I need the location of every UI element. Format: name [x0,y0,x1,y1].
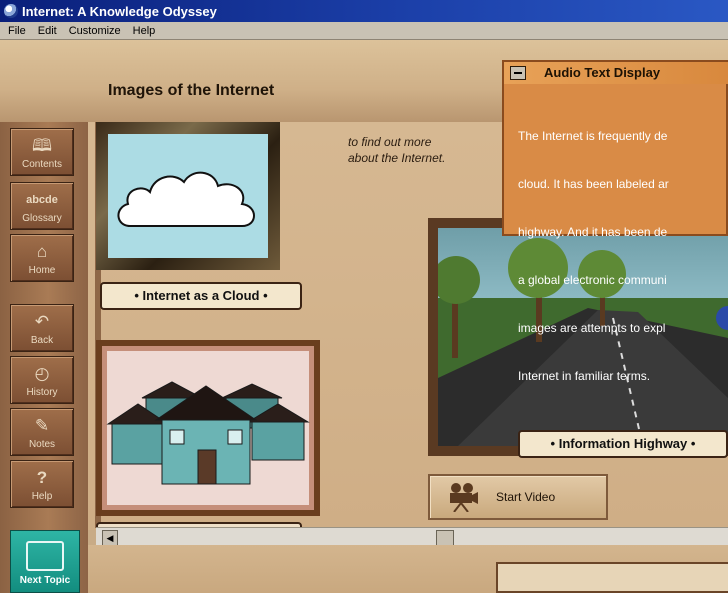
contents-button[interactable]: 🕮 Contents [10,128,74,176]
transcript-line: Internet in familiar terms. [518,369,651,383]
start-video-label: Start Video [496,490,556,504]
glossary-button[interactable]: abcde Glossary [10,182,74,230]
transcript-line: highway. And it has been de [518,225,668,239]
highway-caption[interactable]: • Information Highway • [518,430,728,458]
menu-bar: File Edit Customize Help [0,22,728,40]
title-bar: Internet: A Knowledge Odyssey [0,0,728,22]
bottom-status-box [496,562,728,593]
history-label: History [26,387,58,398]
audio-panel-title: Audio Text Display [544,65,661,80]
back-button[interactable]: ↶ Back [10,304,74,352]
app-icon[interactable] [4,4,18,18]
home-label: Home [28,265,56,276]
abc-glossary-icon: abcde [26,194,58,206]
window-title: Internet: A Knowledge Odyssey [22,3,217,19]
find-out-text: to find out more about the Internet. [348,134,498,166]
contents-label: Contents [21,159,63,170]
cloud-image [108,134,268,258]
scroll-left-arrow-icon[interactable]: ◀ [102,530,118,546]
audio-text-display: Audio Text Display The Internet is frequ… [502,60,728,383]
home-button[interactable]: ⌂ Home [10,234,74,282]
cloud-caption[interactable]: • Internet as a Cloud • [100,282,302,310]
help-label: Help [31,491,53,502]
history-button[interactable]: ◴ History [10,356,74,404]
audio-transcript: The Internet is frequently de cloud. It … [518,96,728,416]
next-topic-icon [26,541,64,571]
glossary-label: Glossary [22,213,62,224]
notes-button[interactable]: ✎ Notes [10,408,74,456]
cloud-image-frame[interactable] [96,122,280,270]
back-arrow-icon: ↶ [34,312,50,331]
next-topic-button[interactable]: Next Topic [10,530,80,593]
menu-help[interactable]: Help [133,25,156,37]
book-icon: 🕮 [31,136,53,155]
video-camera-icon [450,483,478,512]
transcript-line: The Internet is frequently de [518,129,668,143]
history-icon: ◴ [34,364,50,383]
houses-image-frame[interactable] [96,340,320,516]
cloud-icon [117,171,255,227]
question-mark-icon: ? [36,468,48,487]
back-label: Back [30,335,54,346]
transcript-line: images are attempts to expl [518,321,666,335]
audio-panel-titlebar: Audio Text Display [504,62,728,84]
next-topic-label: Next Topic [19,575,71,586]
find-out-line-1: to find out more [348,135,432,149]
horizontal-scrollbar[interactable]: ◀ [96,527,728,546]
start-video-button[interactable]: Start Video [428,474,608,520]
minimize-icon[interactable] [510,66,526,80]
home-icon: ⌂ [36,242,48,261]
page-title: Images of the Internet [108,82,275,99]
help-button[interactable]: ? Help [10,460,74,508]
menu-customize[interactable]: Customize [69,25,121,37]
houses-image [106,381,310,485]
pen-icon: ✎ [34,416,50,435]
menu-edit[interactable]: Edit [38,25,57,37]
notes-label: Notes [28,439,56,450]
scrollbar-thumb[interactable] [436,530,454,546]
transcript-line: a global electronic communi [518,273,667,287]
transcript-line: cloud. It has been labeled ar [518,177,669,191]
menu-file[interactable]: File [8,25,26,37]
find-out-line-2: about the Internet. [348,151,446,165]
